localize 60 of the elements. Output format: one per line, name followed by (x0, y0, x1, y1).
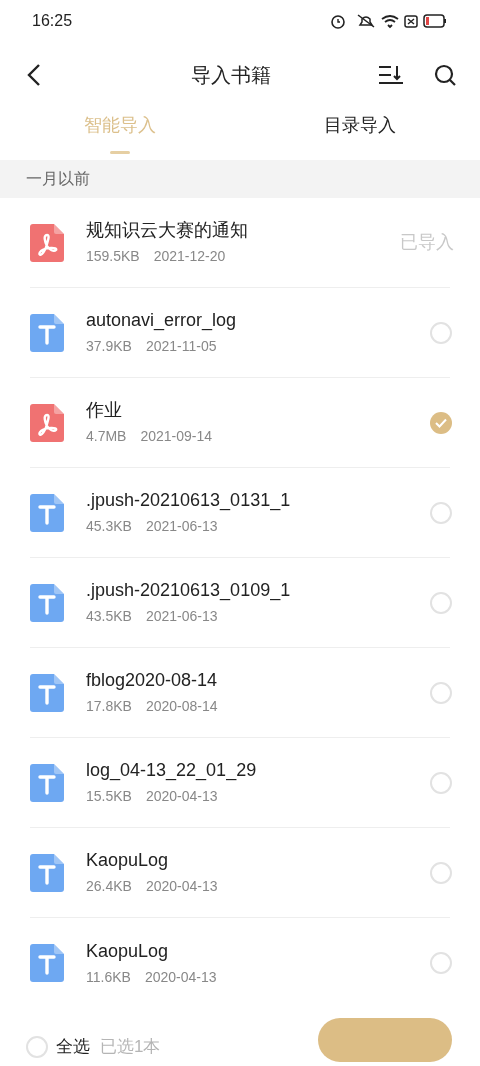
sort-icon[interactable] (378, 64, 404, 86)
pdf-file-icon (30, 223, 64, 262)
select-checkbox[interactable] (430, 681, 452, 704)
file-name: fblog2020-08-14 (86, 669, 219, 692)
import-button[interactable] (318, 1018, 452, 1062)
wifi-icon (381, 15, 399, 28)
text-file-icon (30, 583, 64, 622)
select-all-label[interactable]: 全选 (56, 1034, 90, 1060)
file-size: 17.8KB (86, 697, 132, 716)
file-size: 37.9KB (86, 337, 132, 356)
file-date: 2020-08-14 (145, 697, 218, 716)
select-checkbox[interactable] (430, 771, 452, 794)
file-date: 2020-04-13 (145, 877, 218, 896)
search-icon[interactable] (434, 64, 456, 86)
muted-bell-icon (357, 14, 375, 28)
selected-count: 已选1本 (100, 1036, 161, 1058)
file-size: 45.3KB (86, 517, 132, 536)
file-name: KaopuLog (86, 849, 170, 872)
file-name: KaopuLog (86, 939, 170, 963)
select-checkbox[interactable] (430, 411, 452, 434)
text-file-icon (30, 493, 64, 532)
select-checkbox[interactable] (430, 321, 452, 344)
file-date: 2021-06-13 (145, 607, 218, 626)
select-checkbox[interactable] (430, 952, 452, 974)
pdf-file-icon (30, 403, 64, 442)
file-size: 43.5KB (86, 607, 132, 626)
file-name: 规知识云大赛的通知 (86, 219, 249, 242)
check-icon (435, 417, 447, 428)
no-sim-icon (404, 15, 418, 28)
file-date: 2021-11-05 (145, 337, 217, 356)
file-name: .jpush-20210613_0131_1 (86, 489, 292, 512)
file-size: 159.5KB (86, 247, 140, 266)
tab[interactable]: 目录导入 (240, 108, 480, 160)
text-file-icon (30, 944, 64, 982)
file-size: 11.6KB (86, 967, 131, 987)
file-name: 作业 (86, 399, 123, 422)
page-title: 导入书籍 (190, 63, 272, 88)
file-date: 2020-04-13 (145, 787, 218, 806)
file-size: 26.4KB (86, 877, 132, 896)
file-size: 4.7MB (86, 427, 127, 446)
text-file-icon (30, 763, 64, 802)
text-file-icon (30, 673, 64, 712)
battery-icon (423, 14, 446, 28)
select-checkbox[interactable] (430, 861, 452, 884)
file-name: autonavi_error_log (86, 309, 238, 332)
status-time: 16:25 (32, 11, 73, 31)
alarm-icon (331, 15, 345, 29)
select-checkbox[interactable] (430, 501, 452, 524)
file-date: 2021-06-13 (145, 517, 218, 536)
text-file-icon (30, 313, 64, 352)
text-file-icon (30, 853, 64, 892)
file-size: 15.5KB (86, 787, 132, 806)
select-all-checkbox[interactable] (26, 1035, 48, 1058)
file-date: 2020-04-13 (144, 967, 217, 987)
file-date: 2021-09-14 (140, 427, 213, 446)
select-checkbox[interactable] (430, 591, 452, 614)
file-name: log_04-13_22_01_29 (86, 759, 258, 782)
file-date: 2021-12-20 (153, 247, 226, 266)
file-name: .jpush-20210613_0109_1 (86, 579, 292, 602)
section-header: 一月以前 (0, 160, 480, 198)
